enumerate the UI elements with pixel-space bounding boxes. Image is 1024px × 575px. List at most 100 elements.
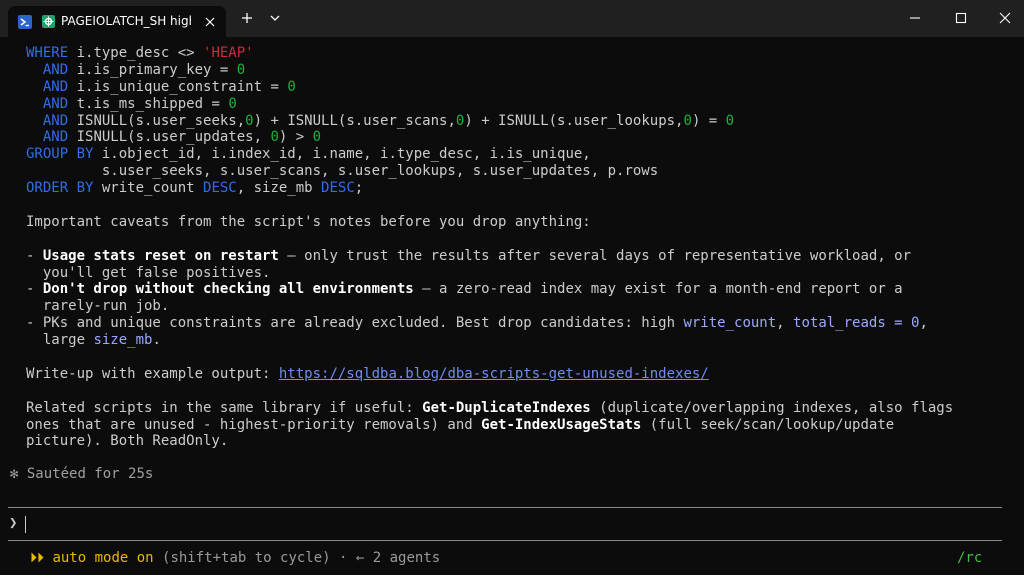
text-segment: 0 — [287, 78, 296, 95]
text-segment — [26, 62, 43, 78]
output-line: AND i.is_primary_key = 0 — [26, 62, 953, 79]
output-line: - Usage stats reset on restart — only tr… — [26, 248, 953, 265]
text-segment — [26, 96, 43, 112]
text-segment: AND — [42, 129, 69, 146]
text-segment: 0 — [228, 95, 237, 112]
text-segment — [26, 113, 43, 129]
tab-title: PAGEIOLATCH_SH high lat — [61, 14, 191, 28]
text-segment: ) > — [278, 129, 313, 146]
text-segment: ) = — [691, 112, 726, 129]
text-segment: DESC — [203, 180, 237, 197]
output-line: s.user_seeks, s.user_scans, s.user_looku… — [26, 163, 953, 180]
output-line: AND i.is_unique_constraint = 0 — [26, 79, 953, 96]
plus-icon[interactable] — [238, 9, 256, 27]
terminal-tab[interactable]: PAGEIOLATCH_SH high lat — [8, 6, 226, 37]
output-line: ones that are unused - highest-priority … — [26, 417, 953, 434]
text-segment: i.is_unique_constraint = — [68, 78, 288, 95]
output-line: WHERE i.type_desc <> 'HEAP' — [26, 45, 953, 62]
maximize-icon[interactable] — [952, 9, 970, 27]
output-line: - Don't drop without checking all enviro… — [26, 281, 953, 298]
text-segment: Write-up with example output: — [26, 365, 279, 382]
text-segment: ones that are unused - highest-priority … — [26, 416, 482, 433]
text-segment: 0 — [270, 129, 279, 146]
text-segment: size_mb — [93, 332, 153, 349]
fast-forward-icon: ⏵⏵ — [30, 550, 44, 566]
output-line: picture). Both ReadOnly. — [26, 433, 953, 450]
text-segment: , size_mb — [236, 180, 322, 197]
text-segment: DESC — [321, 180, 355, 197]
text-segment: GROUP BY — [26, 146, 94, 163]
text-segment: - — [26, 247, 43, 264]
text-segment: — a zero-read index may exist for a mont… — [413, 281, 903, 298]
text-segment: Get-IndexUsageStats — [481, 416, 642, 433]
text-segment: you'll get false positives. — [26, 264, 271, 281]
text-segment: ISNULL(s.user_updates, — [68, 129, 271, 146]
output-line: Write-up with example output: https://sq… — [26, 366, 953, 383]
minimize-icon[interactable] — [906, 9, 924, 27]
spinner-icon: ✻ — [10, 466, 19, 482]
text-segment: AND — [42, 112, 69, 129]
text-segment: i.type_desc <> — [68, 45, 204, 61]
title-bar: PAGEIOLATCH_SH high lat — [0, 0, 1024, 37]
output-line: you'll get false positives. — [26, 265, 953, 282]
text-segment: (duplicate/overlapping indexes, also fla… — [590, 399, 954, 416]
output-line: rarely-run job. — [26, 298, 953, 315]
text-segment: i.object_id, i.index_id, i.name, i.type_… — [93, 146, 591, 163]
text-segment: 0 — [683, 112, 692, 129]
task-status-icon — [42, 15, 55, 28]
text-segment: , — [919, 315, 928, 332]
terminal-output: WHERE i.type_desc <> 'HEAP' AND i.is_pri… — [0, 37, 1024, 575]
output-line: AND ISNULL(s.user_seeks,0) + ISNULL(s.us… — [26, 113, 953, 130]
output-line: - PKs and unique constraints are already… — [26, 315, 953, 332]
text-segment: — only trust the results after several d… — [278, 247, 912, 264]
window-close-icon[interactable] — [996, 9, 1014, 27]
text-segment: AND — [42, 95, 69, 112]
prompt-input[interactable] — [25, 516, 26, 533]
status-line: ✻ Sautéed for 25s — [10, 466, 153, 483]
text-segment: . — [152, 332, 161, 349]
text-segment: 0 — [236, 61, 246, 78]
text-segment: , — [776, 315, 794, 332]
text-segment: ORDER BY — [26, 180, 94, 197]
prompt-chevron-icon: ❯ — [9, 515, 18, 531]
text-segment: write_count — [93, 180, 204, 197]
output-line: ORDER BY write_count DESC, size_mb DESC; — [26, 180, 953, 197]
text-segment: Related scripts in the same library if u… — [26, 399, 423, 416]
text-segment: rarely-run job. — [26, 298, 170, 315]
rc-command[interactable]: /rc — [957, 550, 982, 566]
mode-label[interactable]: auto mode on — [52, 550, 153, 566]
output-line: AND ISNULL(s.user_updates, 0) > 0 — [26, 129, 953, 146]
text-segment: 'HEAP' — [203, 45, 254, 61]
footer-status: ⏵⏵ auto mode on (shift+tab to cycle) · ←… — [30, 550, 440, 566]
text-segment: Get-DuplicateIndexes — [422, 399, 591, 416]
writeup-link[interactable]: https://sqldba.blog/dba-scripts-get-unus… — [279, 366, 709, 382]
text-segment — [26, 79, 43, 95]
output-line: large size_mb. — [26, 332, 953, 349]
output-line: Important caveats from the script's note… — [26, 214, 953, 231]
text-segment: Important caveats from the script's note… — [26, 213, 591, 230]
text-segment: 0 — [245, 112, 254, 129]
text-segment — [26, 129, 43, 145]
text-segment: - — [26, 281, 43, 298]
mode-hint: (shift+tab to cycle) · ← 2 agents — [153, 550, 441, 566]
text-segment: i.is_primary_key = — [68, 61, 237, 78]
text-segment: s.user_seeks, s.user_scans, s.user_looku… — [26, 163, 659, 180]
input-bottom-rule — [8, 540, 1002, 541]
text-segment: (full seek/scan/lookup/update — [641, 416, 895, 433]
text-segment: large — [26, 332, 94, 349]
text-segment: ISNULL(s.user_seeks, — [68, 112, 246, 129]
chevron-down-icon[interactable] — [266, 9, 284, 27]
text-segment: total_reads = 0 — [793, 315, 920, 332]
close-icon[interactable] — [203, 14, 217, 28]
text-segment: Usage stats reset on restart — [42, 247, 279, 264]
output-line: GROUP BY i.object_id, i.index_id, i.name… — [26, 146, 953, 163]
text-segment: write_count — [683, 315, 777, 332]
text-segment: ; — [354, 180, 364, 197]
text-segment: ) + ISNULL(s.user_lookups, — [464, 112, 684, 129]
text-segment: AND — [42, 61, 69, 78]
text-segment: Don't drop without checking all environm… — [42, 281, 414, 298]
